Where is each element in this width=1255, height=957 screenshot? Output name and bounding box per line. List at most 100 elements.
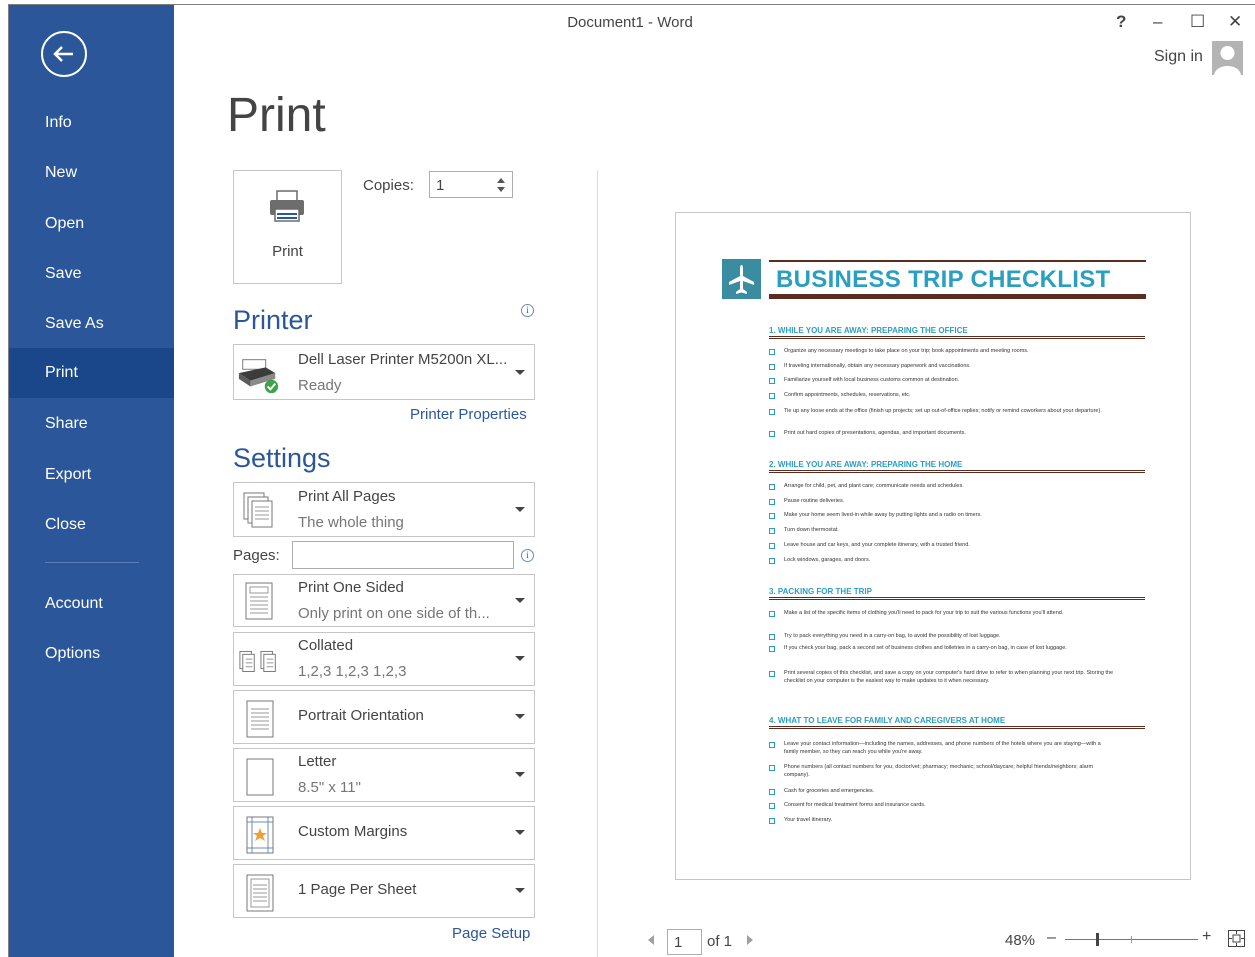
nav-new[interactable]: New bbox=[9, 148, 174, 198]
preview-item-text: Arrange for child, pet, and plant care; … bbox=[784, 483, 964, 489]
paper-size-dropdown[interactable]: Letter 8.5" x 11" bbox=[233, 748, 535, 802]
preview-section-heading: 3. PACKING FOR THE TRIP bbox=[769, 587, 1145, 600]
one-page-per-sheet-icon bbox=[246, 874, 274, 912]
settings-heading: Settings bbox=[233, 443, 331, 473]
print-button[interactable]: Print bbox=[233, 170, 342, 284]
page-setup-link[interactable]: Page Setup bbox=[452, 925, 530, 942]
print-range-title: Print All Pages bbox=[298, 488, 396, 505]
chevron-down-icon bbox=[515, 656, 525, 661]
preview-item-text: Consent for medical treatment forms and … bbox=[784, 802, 926, 808]
preview-title: BUSINESS TRIP CHECKLIST bbox=[776, 266, 1111, 293]
margins-star-icon bbox=[246, 816, 274, 854]
close-window-button[interactable]: ✕ bbox=[1228, 12, 1242, 32]
nav-info[interactable]: Info bbox=[9, 98, 174, 148]
margins-dropdown[interactable]: Custom Margins bbox=[233, 806, 535, 860]
chevron-down-icon bbox=[515, 772, 525, 777]
pages-per-sheet-dropdown[interactable]: 1 Page Per Sheet bbox=[233, 864, 535, 918]
nav-save-as[interactable]: Save As bbox=[9, 299, 174, 349]
printer-heading: Printer bbox=[233, 305, 313, 335]
chevron-down-icon bbox=[515, 830, 525, 835]
preview-section-rule bbox=[769, 726, 1145, 729]
chevron-down-icon bbox=[515, 598, 525, 603]
preview-item-text: Pause routine deliveries. bbox=[784, 498, 845, 504]
preview-section-rule bbox=[769, 597, 1145, 600]
title-rule-top bbox=[769, 260, 1146, 262]
printer-properties-link[interactable]: Printer Properties bbox=[410, 406, 527, 423]
print-preview-page: BUSINESS TRIP CHECKLIST 1. WHILE YOU ARE… bbox=[675, 212, 1191, 880]
preview-section-text: 4. WHAT TO LEAVE FOR FAMILY AND CAREGIVE… bbox=[769, 716, 1006, 725]
preview-item-text: If you check your bag, pack a second set… bbox=[784, 645, 1067, 651]
zoom-level[interactable]: 48% bbox=[1005, 932, 1035, 949]
back-button[interactable] bbox=[41, 31, 87, 77]
preview-section-heading: 4. WHAT TO LEAVE FOR FAMILY AND CAREGIVE… bbox=[769, 716, 1145, 729]
nav-save[interactable]: Save bbox=[9, 249, 174, 299]
preview-section-heading: 1. WHILE YOU ARE AWAY: PREPARING THE OFF… bbox=[769, 326, 1145, 339]
nav-share[interactable]: Share bbox=[9, 399, 174, 449]
sides-title: Print One Sided bbox=[298, 579, 404, 596]
checkbox-icon bbox=[769, 543, 775, 549]
help-button[interactable]: ? bbox=[1116, 12, 1126, 32]
one-sided-icon bbox=[245, 582, 273, 620]
preview-item-text: Familiarize yourself with local business… bbox=[784, 377, 960, 383]
zoom-in-button[interactable]: + bbox=[1202, 928, 1211, 946]
previous-page-icon[interactable] bbox=[648, 935, 654, 945]
collation-dropdown[interactable]: Collated 1,2,3 1,2,3 1,2,3 bbox=[233, 632, 535, 686]
nav-close[interactable]: Close bbox=[9, 500, 174, 550]
printer-dropdown[interactable]: Dell Laser Printer M5200n XL... Ready bbox=[233, 344, 535, 400]
preview-item-text: Confirm appointments, schedules, reserva… bbox=[784, 392, 911, 398]
printer-status: Ready bbox=[298, 377, 342, 394]
preview-section-rule bbox=[769, 470, 1145, 473]
next-page-icon[interactable] bbox=[747, 935, 753, 945]
orientation-dropdown[interactable]: Portrait Orientation bbox=[233, 690, 535, 744]
collation-sub: 1,2,3 1,2,3 1,2,3 bbox=[298, 663, 407, 680]
copies-spinner[interactable]: 1 bbox=[429, 171, 513, 198]
title-rule-bottom bbox=[769, 294, 1146, 299]
pages-input[interactable] bbox=[292, 541, 514, 569]
page-number-input[interactable]: 1 bbox=[667, 929, 702, 955]
print-range-dropdown[interactable]: Print All Pages The whole thing bbox=[233, 482, 535, 537]
chevron-down-icon bbox=[515, 888, 525, 893]
nav-export[interactable]: Export bbox=[9, 450, 174, 500]
zoom-to-page-icon[interactable] bbox=[1228, 930, 1245, 947]
zoom-slider-thumb[interactable] bbox=[1096, 933, 1099, 946]
pages-info-icon[interactable]: i bbox=[521, 549, 534, 562]
nav-divider bbox=[45, 562, 139, 563]
sides-sub: Only print on one side of th... bbox=[298, 605, 490, 622]
preview-item-text: Phone numbers (all contact numbers for y… bbox=[784, 764, 1094, 778]
nav-print[interactable]: Print bbox=[9, 348, 174, 398]
page-count: of 1 bbox=[707, 933, 733, 950]
checkbox-icon bbox=[769, 671, 775, 677]
avatar[interactable] bbox=[1212, 41, 1243, 75]
nav-options[interactable]: Options bbox=[9, 629, 174, 679]
printer-info-icon[interactable]: i bbox=[521, 304, 534, 317]
zoom-out-button[interactable]: – bbox=[1047, 929, 1056, 947]
checkbox-icon bbox=[769, 484, 775, 490]
checkbox-icon bbox=[769, 646, 775, 652]
checkbox-icon bbox=[769, 364, 775, 370]
preview-item-text: Tie up any loose ends at the office (fin… bbox=[784, 408, 1102, 414]
preview-item-text: Try to pack everything you need in a car… bbox=[784, 633, 1001, 639]
preview-item-text: Make your home seem lived-in while away … bbox=[784, 512, 982, 518]
maximize-button[interactable]: ☐ bbox=[1190, 12, 1205, 32]
portrait-page-icon bbox=[246, 700, 274, 738]
nav-account[interactable]: Account bbox=[9, 579, 174, 629]
preview-item-text: Lock windows, garages, and doors. bbox=[784, 557, 871, 563]
pages-per-sheet-title: 1 Page Per Sheet bbox=[298, 881, 417, 898]
checkbox-icon bbox=[769, 499, 775, 505]
print-button-label: Print bbox=[272, 243, 303, 260]
checkbox-icon bbox=[769, 528, 775, 534]
minimize-button[interactable]: – bbox=[1153, 12, 1162, 32]
margins-title: Custom Margins bbox=[298, 823, 408, 840]
sign-in-link[interactable]: Sign in bbox=[1154, 48, 1203, 66]
checkbox-icon bbox=[769, 765, 775, 771]
checkbox-icon bbox=[769, 393, 775, 399]
preview-item-text: Leave your contact information—including… bbox=[784, 741, 1101, 755]
spinner-arrows-icon[interactable] bbox=[496, 176, 506, 194]
nav-open[interactable]: Open bbox=[9, 199, 174, 249]
preview-section-rule bbox=[769, 336, 1145, 339]
preview-item-text: If traveling internationally, obtain any… bbox=[784, 363, 971, 369]
checkbox-icon bbox=[769, 818, 775, 824]
chevron-down-icon bbox=[515, 714, 525, 719]
checkbox-icon bbox=[769, 349, 775, 355]
sides-dropdown[interactable]: Print One Sided Only print on one side o… bbox=[233, 574, 535, 627]
